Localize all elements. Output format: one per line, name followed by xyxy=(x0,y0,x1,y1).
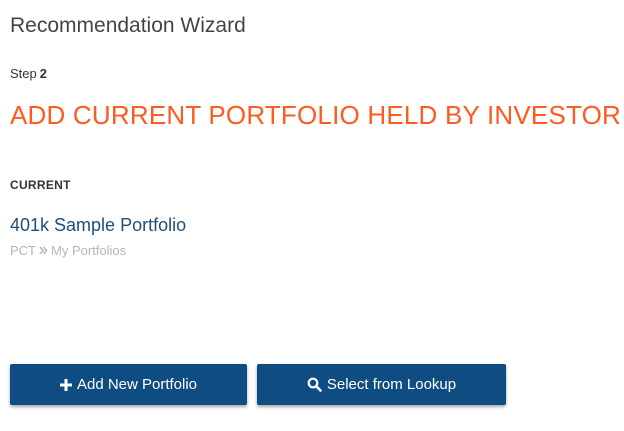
add-new-portfolio-button[interactable]: Add New Portfolio xyxy=(10,364,247,405)
add-new-portfolio-label: Add New Portfolio xyxy=(76,376,198,393)
select-from-lookup-button[interactable]: Select from Lookup xyxy=(257,364,506,405)
current-section-label: CURRENT xyxy=(10,178,71,192)
step-number: 2 xyxy=(39,66,47,81)
breadcrumb: PCT My Portfolios xyxy=(10,243,126,258)
search-icon xyxy=(307,377,322,392)
select-from-lookup-label: Select from Lookup xyxy=(326,376,457,393)
breadcrumb-item-pct: PCT xyxy=(10,243,36,258)
breadcrumb-item-my-portfolios: My Portfolios xyxy=(51,243,127,258)
step-indicator: Step 2 xyxy=(10,66,47,81)
plus-icon xyxy=(59,378,72,391)
step-heading: ADD CURRENT PORTFOLIO HELD BY INVESTOR xyxy=(10,100,622,130)
chevron-double-right-icon xyxy=(39,244,48,258)
page-title: Recommendation Wizard xyxy=(10,14,246,37)
current-portfolio-link[interactable]: 401k Sample Portfolio xyxy=(10,215,186,236)
step-label: Step xyxy=(10,66,37,81)
